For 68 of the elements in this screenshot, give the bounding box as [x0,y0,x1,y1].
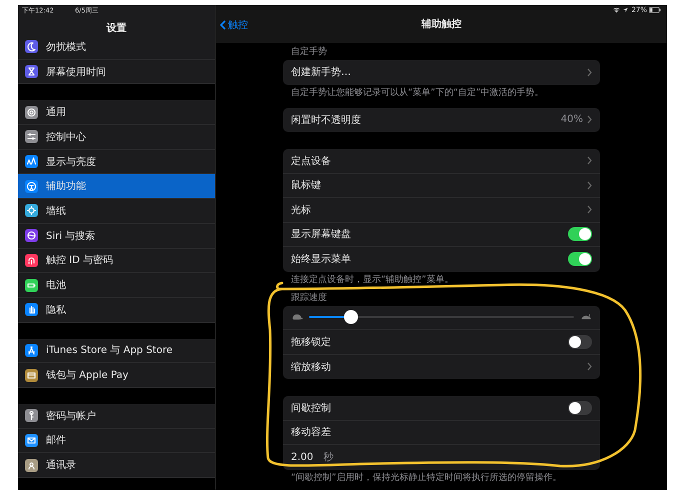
chevron-icon [587,156,592,166]
letter-a-icon [25,344,38,357]
sidebar-item[interactable]: 密码与帐户 [18,404,215,429]
contact-icon [25,458,38,472]
settings-row[interactable]: 光标 [283,198,600,222]
sidebar-title: 设置 [105,22,128,35]
location-icon [622,7,630,13]
row-label: 拖移锁定 [291,336,331,349]
chevron-icon [587,205,592,214]
flower-icon [25,204,38,218]
sidebar-item[interactable]: Siri 与搜索 [18,224,215,248]
moon-icon [25,40,38,54]
toggle-switch[interactable] [568,400,592,415]
wifi-icon [613,7,620,13]
value-text: 40% [560,114,583,126]
chevron-icon [587,180,592,190]
sidebar-item[interactable]: 屏幕使用时间 [18,60,215,84]
chevron-icon [587,115,592,124]
section-footnote: 自定手势让您能够记录可以从“菜单”下的“自定”中激活的手势。 [290,86,544,98]
toggle-switch[interactable] [568,252,592,266]
toggle-switch[interactable] [568,227,592,242]
value-text: 2.00 [291,452,314,463]
toggle-switch[interactable] [568,334,592,349]
chevron-icon [587,362,592,372]
speed-slider[interactable] [309,310,574,324]
hourglass-icon [25,65,38,78]
unit-label: 秒 [323,450,334,464]
settings-row[interactable]: 鼠标键 [283,174,600,198]
gear-icon [25,106,38,119]
sidebar-item[interactable]: 墙纸 [18,199,215,224]
fingerprint-icon [25,254,38,267]
sidebar-item[interactable]: iTunes Store 与 App Store [18,338,215,364]
row-label: 显示屏幕键盘 [291,228,351,242]
orb-icon [25,229,38,242]
switches-icon [25,130,38,144]
slider-thumb[interactable] [344,310,358,324]
wallet-icon [25,368,38,382]
hand-icon [25,303,38,316]
key-icon [25,409,38,422]
settings-row[interactable]: 缩放移动 [283,354,600,379]
page-title: 辅助触控 [422,18,462,31]
sidebar-item[interactable]: 电池 [18,273,215,298]
section-footnote: “间歇控制”启用时，保持光标静止特定时间将执行所选的停留操作。 [290,472,562,484]
sidebar-item[interactable]: 控制中心 [18,125,215,150]
sidebar-item[interactable]: 通用 [18,100,215,126]
sidebar-item[interactable]: 隐私 [18,298,215,323]
battery-icon [649,7,661,13]
row-label: 移动容差 [291,426,331,440]
settings-row[interactable]: 创建新手势… [283,60,600,84]
section-footnote: 连接定点设备时，显示“辅助触控”菜单。 [290,274,454,286]
sidebar-item[interactable]: 钱包与 Apple Pay [18,363,215,388]
sidebar-item[interactable]: 辅助功能 [18,174,215,200]
sidebar-item[interactable]: 勿扰模式 [18,35,215,60]
accessibility-icon [25,180,38,193]
envelope-icon [25,434,38,447]
back-button[interactable]: 触控 [220,18,248,32]
sidebar-item[interactable]: 通讯录 [18,453,215,478]
row-label: 间歇控制 [291,402,331,415]
settings-row[interactable]: 定点设备 [283,149,600,174]
row-label: 始终显示菜单 [291,252,351,266]
section-header: 跟踪速度 [290,292,327,304]
section-header: 自定手势 [290,46,327,58]
settings-row[interactable]: 闲置时不透明度 40% [283,108,600,132]
sidebar-item[interactable]: 邮件 [18,428,215,454]
chevron-left-icon [220,20,226,30]
chevron-icon [587,68,592,77]
battery-icon [25,278,38,292]
sidebar-item[interactable]: 触控 ID 与密码 [18,248,215,274]
